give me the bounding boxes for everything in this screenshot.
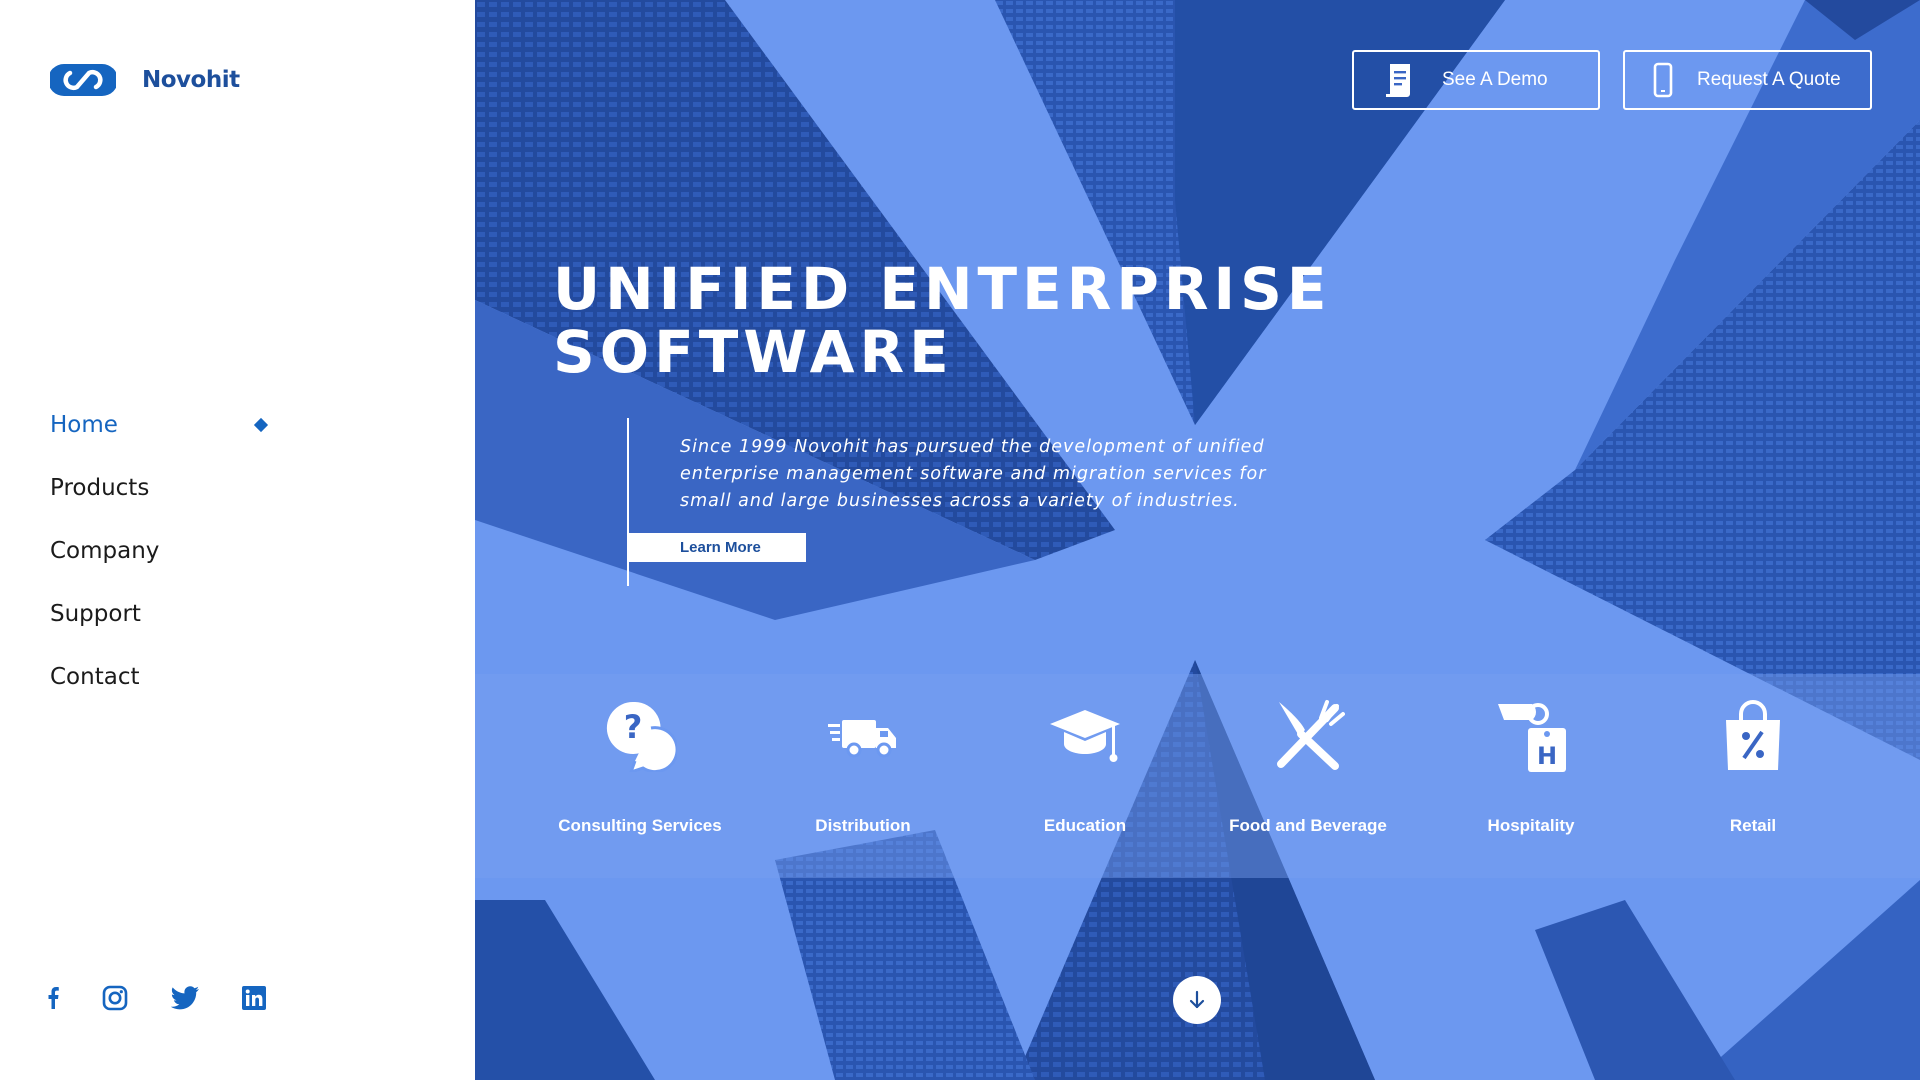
hero-headline: Unified Enterprise Software (553, 258, 1332, 384)
nav-item-label: Company (50, 537, 160, 564)
instagram-icon[interactable] (102, 985, 128, 1011)
industry-label: Education (1043, 816, 1127, 835)
headline-line-1: Unified Enterprise (553, 255, 1332, 323)
request-quote-button[interactable]: Request A Quote (1623, 50, 1872, 110)
shopping-bag-percent-icon (1716, 698, 1790, 772)
nav-item-home[interactable]: Home (50, 393, 270, 456)
nav-item-label: Contact (50, 663, 140, 690)
social-links (46, 985, 308, 1011)
see-demo-button[interactable]: See A Demo (1352, 50, 1600, 110)
document-icon (1386, 64, 1410, 97)
industry-label: Food and Beverage (1229, 816, 1387, 835)
nav-item-label: Home (50, 411, 118, 438)
main-nav: Home Products Company Support Contact (50, 393, 270, 708)
headline-line-2: Software (553, 318, 954, 386)
twitter-icon[interactable] (170, 986, 200, 1010)
fork-knife-icon (1271, 698, 1345, 772)
industries-strip: ? Consulting Services Distribution Educa… (475, 674, 1920, 878)
hero-description: Since 1999 Novohit has pursued the devel… (680, 437, 1267, 511)
industry-label: Retail (1729, 816, 1777, 835)
active-indicator-icon (253, 417, 269, 432)
facebook-icon[interactable] (46, 987, 60, 1009)
svg-text:?: ? (624, 708, 643, 746)
request-quote-label: Request A Quote (1697, 69, 1841, 90)
industry-label: Distribution (815, 816, 911, 835)
learn-more-button[interactable]: Learn More (629, 533, 806, 562)
industry-retail[interactable]: Retail (1643, 674, 1863, 878)
hotel-tag-icon: H (1494, 698, 1568, 772)
logo[interactable]: Novohit (50, 62, 240, 98)
chat-question-icon: ? (603, 698, 677, 772)
nav-item-label: Support (50, 600, 141, 627)
graduation-cap-icon (1048, 698, 1122, 772)
sidebar: Novohit Home Products Company Support Co… (0, 0, 475, 1080)
linkedin-icon[interactable] (242, 986, 266, 1010)
delivery-truck-icon (826, 698, 900, 772)
see-demo-label: See A Demo (1442, 69, 1548, 90)
phone-icon (1653, 62, 1673, 98)
nav-item-label: Products (50, 474, 150, 501)
hero: See A Demo Request A Quote Unified Enter… (475, 0, 1920, 1080)
nav-item-contact[interactable]: Contact (50, 645, 270, 708)
industry-distribution[interactable]: Distribution (753, 674, 973, 878)
nav-item-products[interactable]: Products (50, 456, 270, 519)
nav-item-company[interactable]: Company (50, 519, 270, 582)
industry-food-and-beverage[interactable]: Food and Beverage (1198, 674, 1418, 878)
industry-label: Consulting Services (558, 816, 722, 835)
nav-item-support[interactable]: Support (50, 582, 270, 645)
logo-icon (50, 64, 116, 96)
logo-text: Novohit (142, 67, 240, 93)
industry-label: Hospitality (1487, 816, 1575, 835)
svg-text:H: H (1537, 742, 1557, 770)
industry-consulting-services[interactable]: ? Consulting Services (530, 674, 750, 878)
industry-hospitality[interactable]: H Hospitality (1421, 674, 1641, 878)
arrow-down-icon (1189, 990, 1205, 1009)
scroll-down-button[interactable] (1173, 976, 1221, 1024)
industry-education[interactable]: Education (975, 674, 1195, 878)
